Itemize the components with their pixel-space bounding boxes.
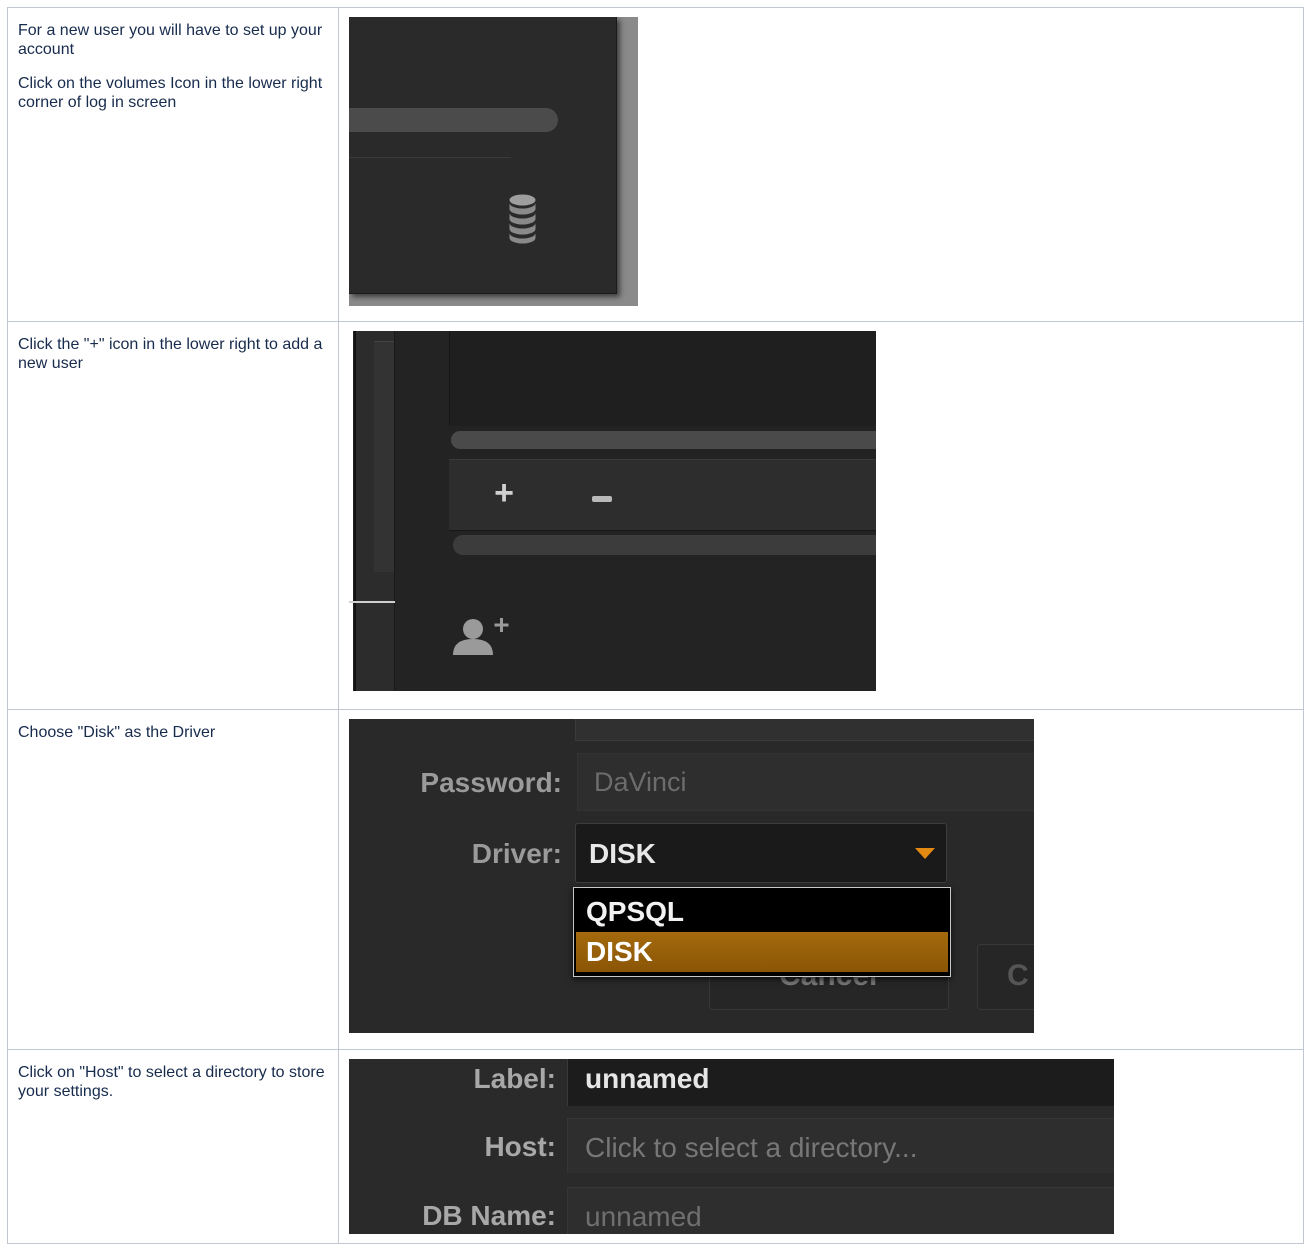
step-row-4: Click on "Host" to select a directory to… bbox=[7, 1049, 1304, 1244]
host-placeholder: Click to select a directory... bbox=[585, 1132, 918, 1163]
side-column-box bbox=[374, 341, 394, 572]
login-bar bbox=[349, 108, 558, 132]
scroll-rail-bottom bbox=[453, 535, 876, 555]
remove-user-button[interactable] bbox=[592, 496, 612, 502]
host-label: Host: bbox=[484, 1131, 556, 1162]
step-2-line-1: Click the "+" icon in the lower right to… bbox=[18, 336, 323, 372]
step-4-screenshot-cell: Label: unnamed Host: Click to select a d… bbox=[338, 1049, 1304, 1244]
cursor-line bbox=[349, 601, 395, 603]
step-row-3: Choose "Disk" as the Driver Password: Da… bbox=[7, 709, 1304, 1050]
dropdown-arrow-icon bbox=[915, 848, 935, 859]
add-user-button[interactable]: + bbox=[492, 476, 516, 510]
login-panel bbox=[349, 17, 617, 294]
step-row-1: For a new user you will have to set up y… bbox=[7, 7, 1304, 322]
driver-option-qpsql[interactable]: QPSQL bbox=[576, 892, 948, 932]
scroll-rail-top bbox=[451, 431, 876, 449]
volumes-icon[interactable] bbox=[509, 194, 536, 244]
step-4-text: Click on "Host" to select a directory to… bbox=[7, 1049, 339, 1244]
dbname-value: unnamed bbox=[585, 1201, 702, 1232]
login-field-line bbox=[349, 157, 511, 158]
step-1-text: For a new user you will have to set up y… bbox=[7, 7, 339, 322]
step-4-line-1: Click on "Host" to select a directory to… bbox=[18, 1064, 325, 1100]
label-value: unnamed bbox=[585, 1063, 710, 1094]
host-dialog-screenshot: Label: unnamed Host: Click to select a d… bbox=[349, 1059, 1114, 1234]
driver-dialog-screenshot: Password: DaVinci Driver: DISK Cancel C … bbox=[349, 719, 1034, 1033]
step-1-line-2: Click on the volumes Icon in the lower r… bbox=[18, 75, 323, 111]
dbname-label: DB Name: bbox=[422, 1200, 556, 1231]
password-label: Password: bbox=[420, 767, 562, 798]
step-2-screenshot-cell: + bbox=[338, 321, 1304, 710]
users-screen-screenshot: + bbox=[349, 331, 876, 691]
left-strip bbox=[349, 331, 353, 691]
label-label: Label: bbox=[473, 1063, 556, 1094]
other-button-label: C bbox=[1007, 959, 1029, 992]
login-screen-screenshot bbox=[349, 17, 638, 306]
step-2-text: Click the "+" icon in the lower right to… bbox=[7, 321, 339, 710]
user-list-panel bbox=[449, 331, 876, 426]
step-3-screenshot-cell: Password: DaVinci Driver: DISK Cancel C … bbox=[338, 709, 1304, 1050]
add-user-icon[interactable] bbox=[449, 613, 519, 669]
step-row-2: Click the "+" icon in the lower right to… bbox=[7, 321, 1304, 710]
driver-label: Driver: bbox=[471, 838, 562, 869]
password-value: DaVinci bbox=[594, 767, 687, 797]
step-1-line-1: For a new user you will have to set up y… bbox=[18, 22, 323, 58]
driver-dropdown-menu: QPSQL DISK bbox=[573, 887, 951, 977]
driver-selected-value: DISK bbox=[589, 838, 656, 869]
step-3-text: Choose "Disk" as the Driver bbox=[7, 709, 339, 1050]
step-1-screenshot-cell bbox=[338, 7, 1304, 322]
top-field bbox=[575, 719, 1034, 741]
driver-option-disk[interactable]: DISK bbox=[576, 932, 948, 972]
instructions-table: For a new user you will have to set up y… bbox=[7, 7, 1304, 1244]
step-3-line-1: Choose "Disk" as the Driver bbox=[18, 724, 216, 741]
